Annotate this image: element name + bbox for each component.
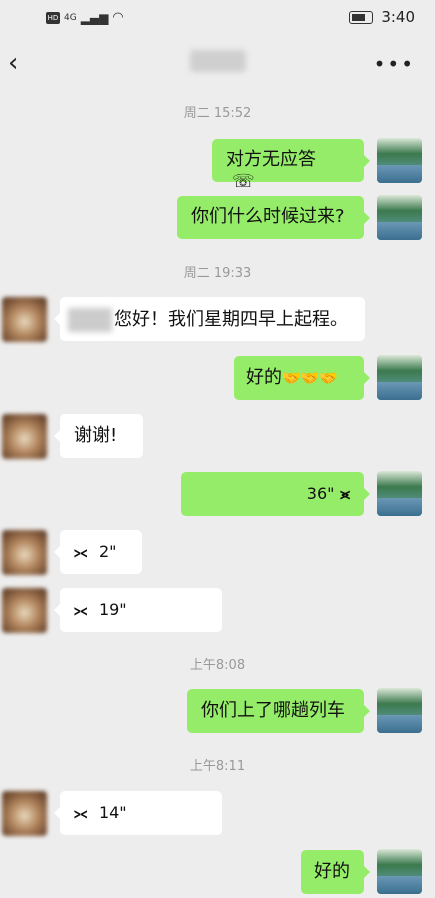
message-text: 您好！我们星期四早上起程。 xyxy=(114,309,348,330)
battery-icon xyxy=(349,10,374,24)
my-avatar[interactable] xyxy=(377,471,422,516)
contact-avatar[interactable] xyxy=(2,588,47,633)
contact-avatar[interactable] xyxy=(2,297,47,342)
phone-hangup-icon: ☏ xyxy=(232,171,255,192)
message-bubble[interactable]: 您好！我们星期四早上起程。 xyxy=(54,297,365,341)
message-text: 你们上了哪趟列车 xyxy=(201,700,345,721)
voice-wave-icon: ⪥ xyxy=(74,601,88,619)
contact-avatar[interactable] xyxy=(2,530,47,575)
voice-message-bubble[interactable]: ⪥ 2" xyxy=(54,530,142,574)
voice-duration: 36" xyxy=(306,484,335,503)
timestamp: 周二 19:33 xyxy=(183,266,252,281)
timestamp: 上午8:11 xyxy=(189,759,246,774)
chat-header: ‹ ••• xyxy=(0,38,435,90)
message-bubble[interactable]: 好的🤝🤝🤝 xyxy=(234,356,370,400)
voice-wave-icon: ⪥ xyxy=(74,804,88,822)
my-avatar[interactable] xyxy=(377,195,422,240)
handshake-emoji: 🤝🤝🤝 xyxy=(282,369,339,387)
message-text: 你们什么时候过来? xyxy=(191,206,345,227)
blurred-name xyxy=(189,50,246,72)
signal-icon: ▂▄▆ xyxy=(80,10,109,25)
call-record-bubble[interactable]: 对方无应答 ☏ xyxy=(212,139,370,192)
voice-wave-icon: ⪤ xyxy=(340,485,350,503)
message-bubble[interactable]: 你们上了哪趟列车 xyxy=(187,689,370,733)
my-avatar[interactable] xyxy=(377,688,422,733)
network-label: 4G xyxy=(64,12,77,23)
chat-title xyxy=(0,50,435,76)
message-bubble[interactable]: 好的 xyxy=(301,850,370,894)
message-text: 对方无应答 xyxy=(226,149,316,170)
my-avatar[interactable] xyxy=(377,138,422,183)
blurred-name xyxy=(68,308,112,332)
voice-message-bubble[interactable]: 36" ⪤ xyxy=(181,472,370,516)
hd-icon: HD xyxy=(46,11,60,24)
message-text: 好的 xyxy=(314,861,350,882)
voice-wave-icon: ⪥ xyxy=(74,543,88,561)
message-bubble[interactable]: 你们什么时候过来? xyxy=(177,196,370,239)
timestamp: 上午8:08 xyxy=(189,658,246,673)
contact-avatar[interactable] xyxy=(2,791,47,836)
message-bubble[interactable]: 谢谢! xyxy=(54,414,143,458)
voice-message-bubble[interactable]: ⪥ 19" xyxy=(54,588,222,632)
voice-duration: 14" xyxy=(98,803,127,822)
voice-duration: 19" xyxy=(98,600,127,619)
my-avatar[interactable] xyxy=(377,355,422,400)
wifi-icon: ◠ xyxy=(112,10,124,25)
more-dots-icon[interactable]: ••• xyxy=(374,52,415,76)
my-avatar[interactable] xyxy=(377,849,422,894)
contact-avatar[interactable] xyxy=(2,414,47,459)
voice-message-bubble[interactable]: ⪥ 14" xyxy=(54,791,222,835)
timestamp: 周二 15:52 xyxy=(183,106,252,121)
clock: 3:40 xyxy=(381,8,415,26)
message-text: 好的 xyxy=(246,367,282,388)
message-text: 谢谢! xyxy=(74,425,118,446)
status-bar: HD 4G ▂▄▆ ◠ 3:40 xyxy=(0,0,435,38)
voice-duration: 2" xyxy=(98,542,117,561)
